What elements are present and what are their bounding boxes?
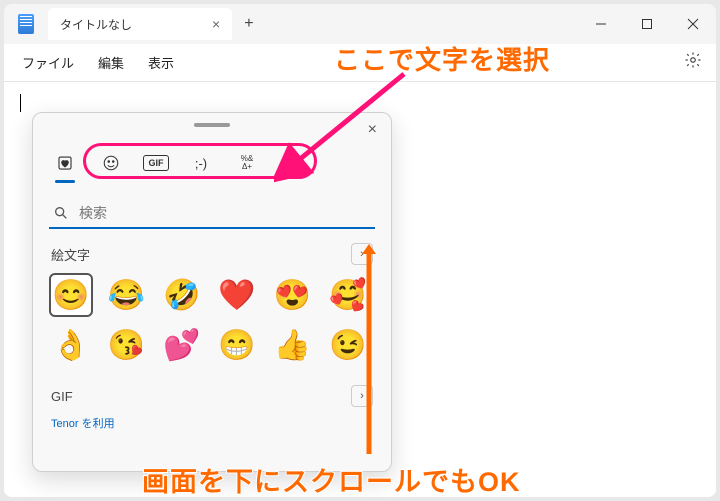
category-kaomoji[interactable]: ;-) <box>187 149 215 177</box>
new-tab-button[interactable]: + <box>244 15 253 33</box>
emoji-item[interactable]: 💕 <box>160 323 204 367</box>
search-input[interactable] <box>79 205 371 221</box>
emoji-item[interactable]: ❤️ <box>215 273 259 317</box>
section-emoji-label: 絵文字 › <box>51 243 373 265</box>
notepad-window: タイトルなし × + ファイル 編集 表示 × GIF ;-) %& Δ+ <box>4 4 716 497</box>
emoji-item[interactable]: 😂 <box>104 273 148 317</box>
category-symbols[interactable]: %& Δ+ <box>233 149 261 177</box>
menu-edit[interactable]: 編集 <box>88 47 134 78</box>
search-icon <box>53 205 69 221</box>
category-emoji[interactable] <box>97 149 125 177</box>
section-gif-label: GIF › <box>51 385 373 407</box>
annotation-arrow-vertical <box>354 244 384 464</box>
text-cursor <box>20 94 21 112</box>
annotation-top: ここで文字を選択 <box>334 40 550 77</box>
annotation-arrow-diagonal <box>274 64 424 184</box>
notepad-icon <box>18 14 34 34</box>
emoji-item[interactable]: 👌 <box>49 323 93 367</box>
maximize-button[interactable] <box>624 4 670 44</box>
emoji-item[interactable]: 👍 <box>270 323 314 367</box>
close-window-button[interactable] <box>670 4 716 44</box>
emoji-item[interactable]: 🤣 <box>160 273 204 317</box>
titlebar: タイトルなし × + <box>4 4 716 44</box>
search-field[interactable] <box>49 199 375 229</box>
close-tab-icon[interactable]: × <box>212 16 220 32</box>
emoji-item[interactable]: 😍 <box>270 273 314 317</box>
emoji-item[interactable]: 😊 <box>49 273 93 317</box>
emoji-item[interactable]: 😁 <box>215 323 259 367</box>
tenor-link[interactable]: Tenor を利用 <box>51 415 373 431</box>
annotation-bottom: 画面を下にスクロールでもOK <box>142 460 521 497</box>
menu-file[interactable]: ファイル <box>12 47 84 78</box>
category-recent[interactable] <box>51 149 79 177</box>
emoji-grid: 😊 😂 🤣 ❤️ 😍 🥰 👌 😘 💕 😁 👍 😉 <box>47 273 377 367</box>
window-controls <box>578 4 716 44</box>
emoji-item[interactable]: 😘 <box>104 323 148 367</box>
settings-icon[interactable] <box>678 45 708 80</box>
category-gif[interactable]: GIF <box>143 155 169 171</box>
document-tab[interactable]: タイトルなし × <box>48 8 232 40</box>
tab-title: タイトルなし <box>60 16 132 33</box>
minimize-button[interactable] <box>578 4 624 44</box>
menu-view[interactable]: 表示 <box>138 47 184 78</box>
drag-handle[interactable] <box>194 123 230 127</box>
